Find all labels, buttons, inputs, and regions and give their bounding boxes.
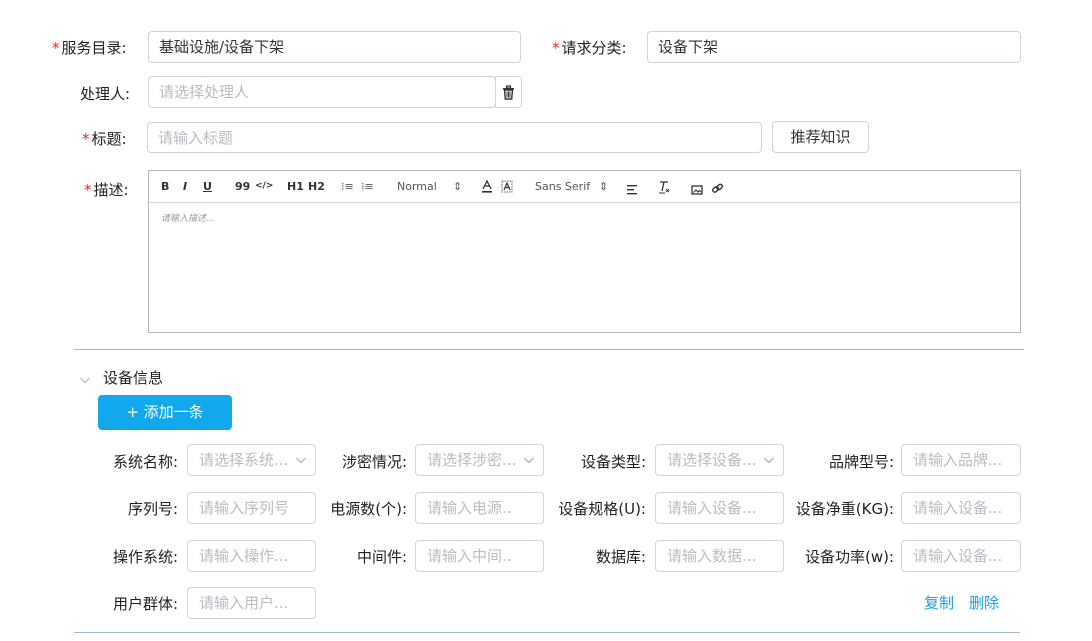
user-group-label: 用户群体: <box>112 595 178 613</box>
system-name-select[interactable]: 请选择系统... <box>187 444 316 476</box>
h1-button[interactable]: H1 <box>287 180 304 193</box>
clear-handler-button[interactable] <box>495 76 522 108</box>
title-label-text: 标题: <box>91 130 127 148</box>
required-mark: * <box>82 130 90 148</box>
net-weight-label: 设备净重(KG): <box>795 500 894 518</box>
serial-label: 序列号: <box>127 500 178 518</box>
add-row-button[interactable]: + 添加一条 <box>98 395 232 430</box>
brand-model-label: 品牌型号: <box>828 453 894 471</box>
editor-toolbar: B I U 99 </> H1 H2 ⁝≡ ⁝≡ Normal ⇕ Sans S… <box>149 171 1020 203</box>
code-button[interactable]: </> <box>255 180 273 193</box>
image-icon[interactable] <box>691 181 703 195</box>
request-category-field[interactable]: 设备下架 <box>647 31 1021 63</box>
ordered-list-button[interactable]: ⁝≡ <box>341 180 354 193</box>
title-label: * 标题: <box>82 129 127 149</box>
size-select[interactable]: Normal <box>397 180 437 193</box>
background-color-icon[interactable] <box>501 179 513 193</box>
device-type-select[interactable]: 请选择设备... <box>655 444 784 476</box>
chevron-down-icon <box>295 445 307 475</box>
description-placeholder: 请输入描述... <box>161 214 215 224</box>
device-type-label: 设备类型: <box>580 453 646 471</box>
database-input[interactable]: 请输入数据... <box>655 540 784 572</box>
copy-link[interactable]: 复制 <box>924 593 954 613</box>
user-group-input[interactable]: 请输入用户... <box>187 587 316 619</box>
bullet-list-button[interactable]: ⁝≡ <box>361 180 374 193</box>
middleware-label: 中间件: <box>356 548 407 566</box>
request-category-label-text: 请求分类: <box>561 39 627 57</box>
classification-select-value: 请选择涉密... <box>427 451 517 469</box>
italic-button[interactable]: I <box>183 180 187 193</box>
underline-button[interactable]: U <box>203 180 212 193</box>
section-divider-top <box>74 349 1024 350</box>
spec-label: 设备规格(U): <box>558 500 646 518</box>
spec-input[interactable]: 请输入设备... <box>655 492 784 524</box>
required-mark: * <box>84 181 92 199</box>
h2-button[interactable]: H2 <box>308 180 325 193</box>
link-icon[interactable] <box>711 180 724 193</box>
delete-link[interactable]: 删除 <box>969 593 999 613</box>
align-icon[interactable] <box>626 181 638 195</box>
required-mark: * <box>552 39 560 57</box>
system-name-select-value: 请选择系统... <box>199 451 289 469</box>
power-input[interactable]: 请输入设备... <box>901 540 1021 572</box>
chevron-down-icon <box>523 445 535 475</box>
description-editor[interactable]: B I U 99 </> H1 H2 ⁝≡ ⁝≡ Normal ⇕ Sans S… <box>148 170 1021 333</box>
font-select[interactable]: Sans Serif <box>535 180 590 193</box>
system-name-label: 系统名称: <box>112 453 178 471</box>
service-catalog-label: * 服务目录: <box>52 38 127 58</box>
power-count-label: 电源数(个): <box>330 500 407 518</box>
collapse-chevron-icon[interactable] <box>79 371 91 384</box>
clear-format-icon[interactable] <box>658 179 671 194</box>
os-label: 操作系统: <box>112 548 178 566</box>
chevron-down-icon <box>763 445 775 475</box>
service-catalog-label-text: 服务目录: <box>61 39 127 57</box>
font-color-icon[interactable] <box>481 179 493 193</box>
blockquote-button[interactable]: 99 <box>235 180 250 193</box>
font-select-arrow-icon: ⇕ <box>599 180 609 193</box>
classification-label: 涉密情况: <box>341 453 407 471</box>
brand-model-input[interactable]: 请输入品牌... <box>901 444 1021 476</box>
service-catalog-field[interactable]: 基础设施/设备下架 <box>148 31 521 63</box>
required-mark: * <box>52 39 60 57</box>
description-label: * 描述: <box>84 180 129 200</box>
recommend-knowledge-button[interactable]: 推荐知识 <box>772 121 869 153</box>
request-category-label: * 请求分类: <box>552 38 627 58</box>
title-input[interactable]: 请输入标题 <box>147 122 762 153</box>
size-select-arrow-icon: ⇕ <box>453 180 463 193</box>
handler-label: 处理人: <box>80 85 131 103</box>
os-input[interactable]: 请输入操作... <box>187 540 316 572</box>
classification-select[interactable]: 请选择涉密... <box>415 444 544 476</box>
device-type-select-value: 请选择设备... <box>667 451 757 469</box>
middleware-input[interactable]: 请输入中间.. <box>415 540 544 572</box>
bold-button[interactable]: B <box>161 180 169 193</box>
handler-field[interactable]: 请选择处理人 <box>148 76 496 108</box>
power-count-input[interactable]: 请输入电源.. <box>415 492 544 524</box>
database-label: 数据库: <box>595 548 646 566</box>
device-section-title[interactable]: 设备信息 <box>103 368 163 388</box>
serial-input[interactable]: 请输入序列号 <box>187 492 316 524</box>
net-weight-input[interactable]: 请输入设备... <box>901 492 1021 524</box>
power-label: 设备功率(w): <box>804 548 894 566</box>
trash-icon <box>503 85 514 100</box>
description-label-text: 描述: <box>93 181 129 199</box>
section-divider-bottom <box>74 632 1020 633</box>
